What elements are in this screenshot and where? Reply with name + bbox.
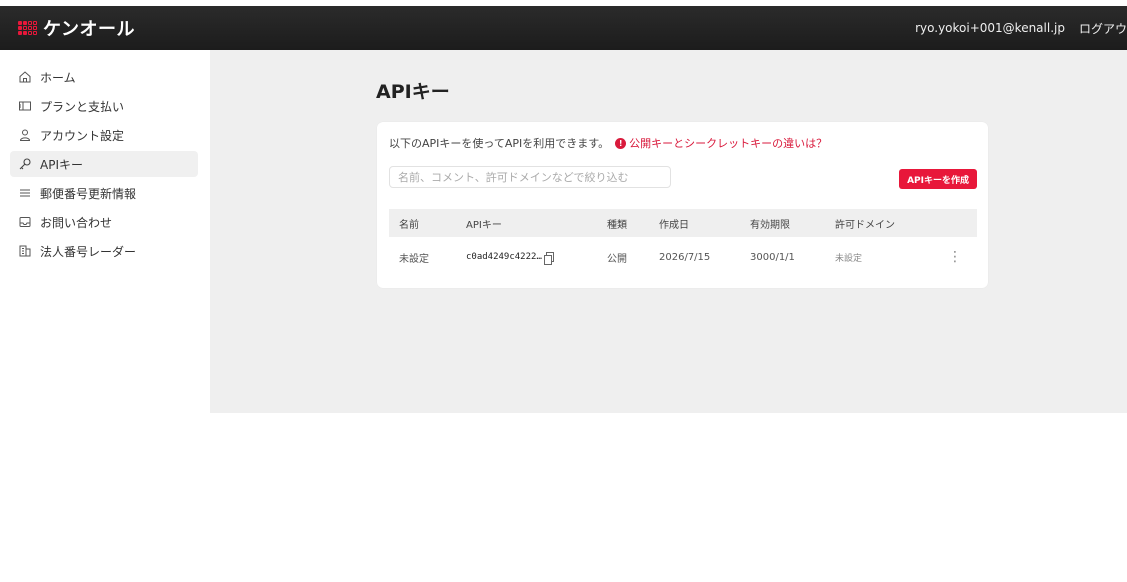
help-link[interactable]: ! 公開キーとシークレットキーの違いは？ — [615, 135, 827, 151]
sidebar-item-contact[interactable]: お問い合わせ — [10, 209, 198, 235]
api-key-table: 名前 APIキー 種類 作成日 有効期限 許可ドメイン 未設定 c0ad4249… — [389, 209, 977, 277]
column-header-expires[interactable]: 有効期限 — [750, 216, 835, 231]
table-header: 名前 APIキー 種類 作成日 有効期限 許可ドメイン — [389, 209, 977, 237]
column-header-api-key[interactable]: APIキー — [466, 216, 607, 231]
api-key-card: 以下のAPIキーを使ってAPIを利用できます。 ! 公開キーとシークレットキーの… — [377, 122, 988, 288]
sidebar-item-plan[interactable]: プランと支払い — [10, 93, 198, 119]
key-icon — [18, 157, 32, 171]
sidebar-item-label: ホーム — [40, 70, 76, 85]
help-link-label: 公開キーとシークレットキーの違いは？ — [629, 137, 828, 150]
column-header-type[interactable]: 種類 — [607, 216, 659, 231]
sidebar-item-label: アカウント設定 — [40, 128, 125, 143]
sidebar-item-corporate-radar[interactable]: 法人番号レーダー — [10, 238, 198, 264]
sidebar-item-postal-updates[interactable]: 郵便番号更新情報 — [10, 180, 198, 206]
sidebar-item-label: APIキー — [40, 157, 83, 172]
cell-created: 2026/7/15 — [659, 251, 711, 263]
sidebar-item-label: お問い合わせ — [40, 215, 113, 230]
page-title: APIキー — [376, 81, 450, 103]
top-bar: ケンオール ryo.yokoi+001@kenall.jp ログアウ — [0, 6, 1127, 50]
brand-logo[interactable]: ケンオール — [18, 15, 135, 41]
copy-icon[interactable] — [543, 252, 554, 265]
api-key-value: c0ad4249c4222… — [466, 252, 542, 262]
inbox-icon — [18, 215, 32, 229]
table-row[interactable]: 未設定 c0ad4249c4222… 公開 2026/7/15 3000/1/1… — [389, 237, 977, 277]
user-email: ryo.yokoi+001@kenall.jp — [915, 21, 1065, 35]
logo-mark-icon — [18, 21, 37, 35]
cell-name: 未設定 — [399, 253, 429, 265]
column-header-created[interactable]: 作成日 — [659, 216, 750, 231]
building-icon — [18, 244, 32, 258]
cell-domain: 未設定 — [835, 253, 863, 264]
column-header-name[interactable]: 名前 — [389, 216, 466, 231]
home-icon — [18, 70, 32, 84]
sidebar-item-account[interactable]: アカウント設定 — [10, 122, 198, 148]
main-content: APIキー 以下のAPIキーを使ってAPIを利用できます。 ! 公開キーとシーク… — [210, 50, 1127, 413]
column-header-domain[interactable]: 許可ドメイン — [835, 216, 933, 231]
brand-name: ケンオール — [43, 19, 135, 40]
cell-expires: 3000/1/1 — [750, 251, 795, 263]
logout-link[interactable]: ログアウ — [1079, 20, 1127, 37]
sidebar-item-label: 郵便番号更新情報 — [40, 186, 137, 201]
info-icon: ! — [615, 137, 627, 149]
create-api-key-button[interactable]: APIキーを作成 — [899, 169, 977, 189]
sidebar-item-home[interactable]: ホーム — [10, 64, 198, 90]
cell-type: 公開 — [607, 253, 627, 265]
sidebar-item-api-key[interactable]: APIキー — [10, 151, 198, 177]
list-icon — [18, 186, 32, 200]
cell-api-key: c0ad4249c4222… — [466, 252, 607, 265]
description: 以下のAPIキーを使ってAPIを利用できます。 ! 公開キーとシークレットキーの… — [389, 135, 827, 151]
user-icon — [18, 128, 32, 142]
sidebar-item-label: 法人番号レーダー — [40, 244, 137, 259]
search-input[interactable] — [389, 166, 671, 188]
sidebar: ホーム プランと支払い アカウント設定 APIキー 郵便番号更新情報 お問い合わ… — [0, 50, 210, 413]
ticket-icon — [18, 99, 32, 113]
more-options-icon[interactable]: ⋮ — [933, 249, 977, 265]
description-text: 以下のAPIキーを使ってAPIを利用できます。 — [389, 137, 610, 150]
sidebar-item-label: プランと支払い — [40, 99, 125, 114]
